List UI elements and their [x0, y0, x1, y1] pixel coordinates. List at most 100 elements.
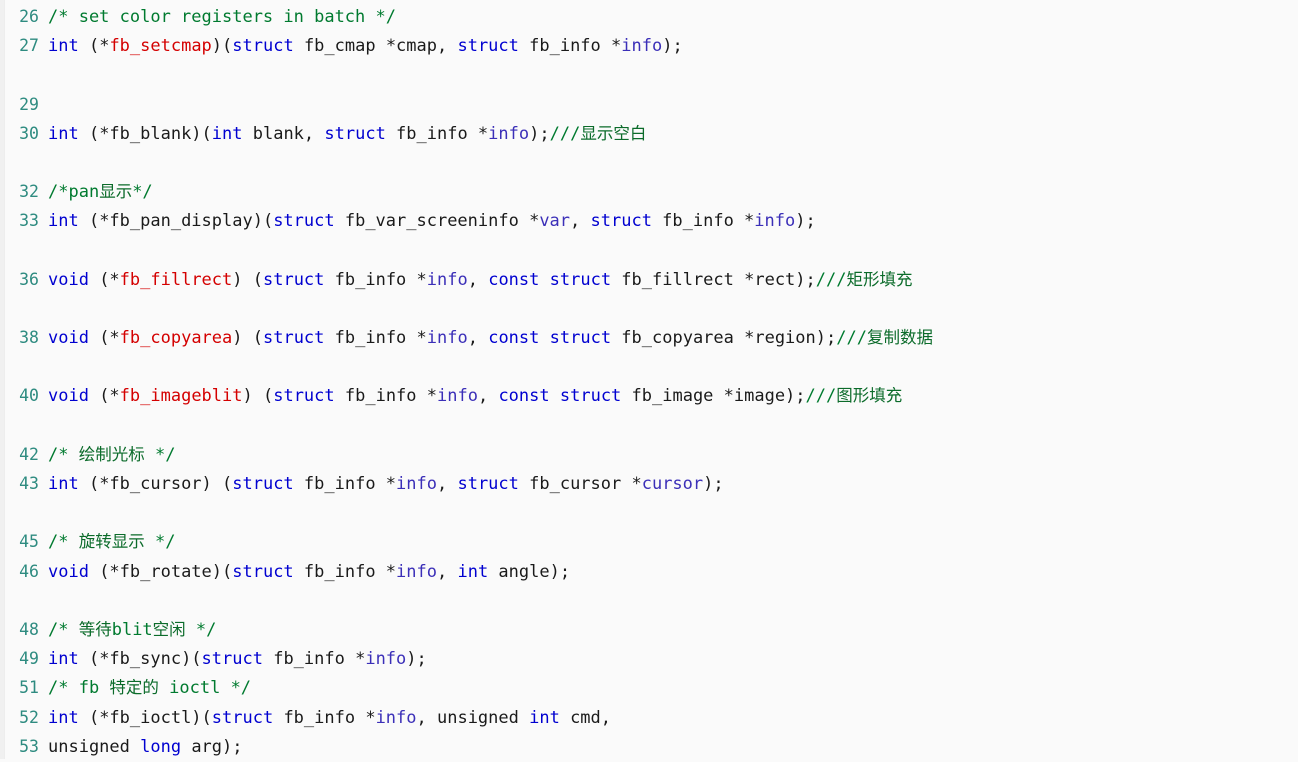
code-token: (*fb_blank)(	[78, 123, 212, 144]
code-blank-line[interactable]	[9, 498, 1298, 527]
code-content: /* 绘制光标 */	[48, 445, 175, 465]
code-line[interactable]: 45 /* 旋转显示 */	[9, 527, 1298, 556]
code-token: );	[795, 211, 816, 232]
code-token: 等待	[78, 619, 112, 639]
code-content: int (*fb_pan_display)( struct fb_var_scre…	[48, 211, 816, 231]
code-content: /* 旋转显示 */	[48, 532, 175, 552]
code-token: fb_fillrect *rect);	[611, 269, 816, 290]
code-token: fb_cursor *	[518, 474, 642, 494]
code-token: fb_fillrect	[119, 269, 233, 290]
code-token: (*	[88, 328, 120, 349]
code-line[interactable]: 52 int (*fb_ioctl)(struct fb_info *info, …	[9, 703, 1298, 732]
code-line[interactable]: 43 int (*fb_cursor) (struct fb_info *info…	[9, 469, 1298, 498]
code-token: fb_copyarea	[119, 328, 233, 349]
line-number: 48	[19, 619, 39, 639]
line-number: 32	[19, 182, 39, 202]
line-number: 49	[19, 649, 39, 669]
line-number: 29	[19, 94, 39, 114]
code-line[interactable]: 36 void (*fb_fillrect) (struct fb_info *i…	[9, 265, 1298, 294]
code-token: /*	[48, 444, 79, 465]
code-token: info	[754, 211, 796, 232]
code-line[interactable]: 42 /* 绘制光标 */	[9, 440, 1298, 469]
code-token: const	[488, 328, 540, 349]
code-line[interactable]: 48 /* 等待blit空闲 */	[9, 615, 1298, 644]
code-token: )(	[211, 36, 233, 57]
code-token: void	[48, 386, 89, 407]
code-token: ///	[836, 328, 867, 349]
line-number: 33	[19, 211, 39, 231]
code-line[interactable]: 46 void (*fb_rotate)(struct fb_info *info…	[9, 557, 1298, 586]
code-line[interactable]: 33 int (*fb_pan_display)( struct fb_var_sc…	[9, 206, 1298, 235]
code-token: void	[48, 269, 89, 290]
code-token: fb_info *	[324, 328, 427, 349]
code-token: fb_info *	[293, 474, 397, 494]
code-blank-line[interactable]	[9, 294, 1298, 323]
code-blank-line[interactable]	[9, 60, 1298, 89]
code-token: struct	[211, 707, 274, 728]
code-token: 显示	[99, 182, 133, 202]
code-token: 显示空白	[580, 123, 647, 143]
code-token: struct	[457, 474, 519, 494]
code-token: fb_info *	[273, 707, 376, 728]
code-token: struct	[559, 386, 622, 407]
code-blank-line[interactable]	[9, 352, 1298, 381]
code-viewer[interactable]: 26 /* set color registers in batch */ 27 in…	[0, 0, 1298, 759]
code-token: struct	[201, 649, 263, 670]
code-line[interactable]: 32 /*pan显示*/	[9, 177, 1298, 206]
code-line[interactable]: 38 void (*fb_copyarea) (struct fb_info *i…	[9, 323, 1298, 352]
code-blank-line[interactable]	[9, 236, 1298, 265]
code-token: 复制数据	[866, 328, 933, 348]
code-content: unsigned long arg);	[48, 737, 243, 757]
code-blank-line[interactable]	[9, 586, 1298, 615]
code-token: ) (	[232, 328, 263, 349]
code-token: ///	[805, 386, 837, 407]
code-token: fb_info *	[651, 211, 755, 232]
code-line[interactable]: 53 unsigned long arg);	[9, 732, 1298, 761]
code-content: /* set color registers in batch */	[48, 7, 396, 27]
code-token: (*fb_pan_display)(	[78, 211, 274, 232]
code-content: /* fb 特定的 ioctl */	[48, 678, 251, 698]
code-token: info	[426, 269, 468, 290]
code-token: struct	[590, 211, 652, 232]
code-content: void (*fb_imageblit) (struct fb_info *in…	[48, 386, 902, 406]
line-number: 36	[19, 269, 39, 289]
code-token: */	[132, 182, 153, 203]
code-token: (*	[78, 36, 110, 57]
code-line[interactable]: 30 int (*fb_blank)(int blank, struct fb_i…	[9, 119, 1298, 148]
code-blank-line[interactable]	[9, 148, 1298, 177]
code-token: 绘制光标	[78, 444, 145, 464]
code-token: 特定的	[109, 678, 159, 698]
code-token: );	[703, 474, 724, 494]
code-token: fb_copyarea *region);	[611, 328, 837, 349]
code-line[interactable]: 26 /* set color registers in batch */	[9, 2, 1298, 31]
code-token: ///	[815, 269, 847, 290]
code-token: (*fb_cursor) (	[78, 474, 233, 494]
code-token: );	[662, 36, 683, 57]
code-token: info	[426, 328, 468, 349]
code-token: fb_var_screeninfo *	[334, 211, 540, 232]
code-line[interactable]: 49 int (*fb_sync)(struct fb_info *info);	[9, 644, 1298, 673]
line-number: 52	[19, 707, 39, 727]
code-token: );	[406, 649, 427, 670]
code-token: const	[488, 269, 540, 290]
code-token: blit	[111, 619, 153, 640]
code-token: );	[529, 123, 550, 144]
code-line[interactable]: 40 void (*fb_imageblit) (struct fb_info *…	[9, 381, 1298, 410]
code-line[interactable]: 27 int (*fb_setcmap)(struct fb_cmap *cmap…	[9, 31, 1298, 60]
code-line[interactable]: 51 /* fb 特定的 ioctl */	[9, 673, 1298, 702]
code-token: fb_image *image);	[621, 386, 806, 407]
code-line[interactable]: 29	[9, 90, 1298, 119]
code-token: /*	[48, 619, 79, 640]
code-token: ,	[570, 211, 591, 232]
code-token: unsigned	[48, 736, 141, 757]
code-content: int (*fb_sync)(struct fb_info *info);	[48, 649, 427, 669]
code-token: long	[140, 736, 182, 757]
code-token: int	[48, 211, 79, 232]
code-token: struct	[262, 269, 325, 290]
code-blank-line[interactable]	[9, 411, 1298, 440]
code-token: fb_info *	[262, 649, 366, 670]
code-token: const	[498, 386, 550, 407]
code-lines-container: 26 /* set color registers in batch */ 27 in…	[0, 0, 1298, 761]
code-token: int	[48, 707, 79, 728]
